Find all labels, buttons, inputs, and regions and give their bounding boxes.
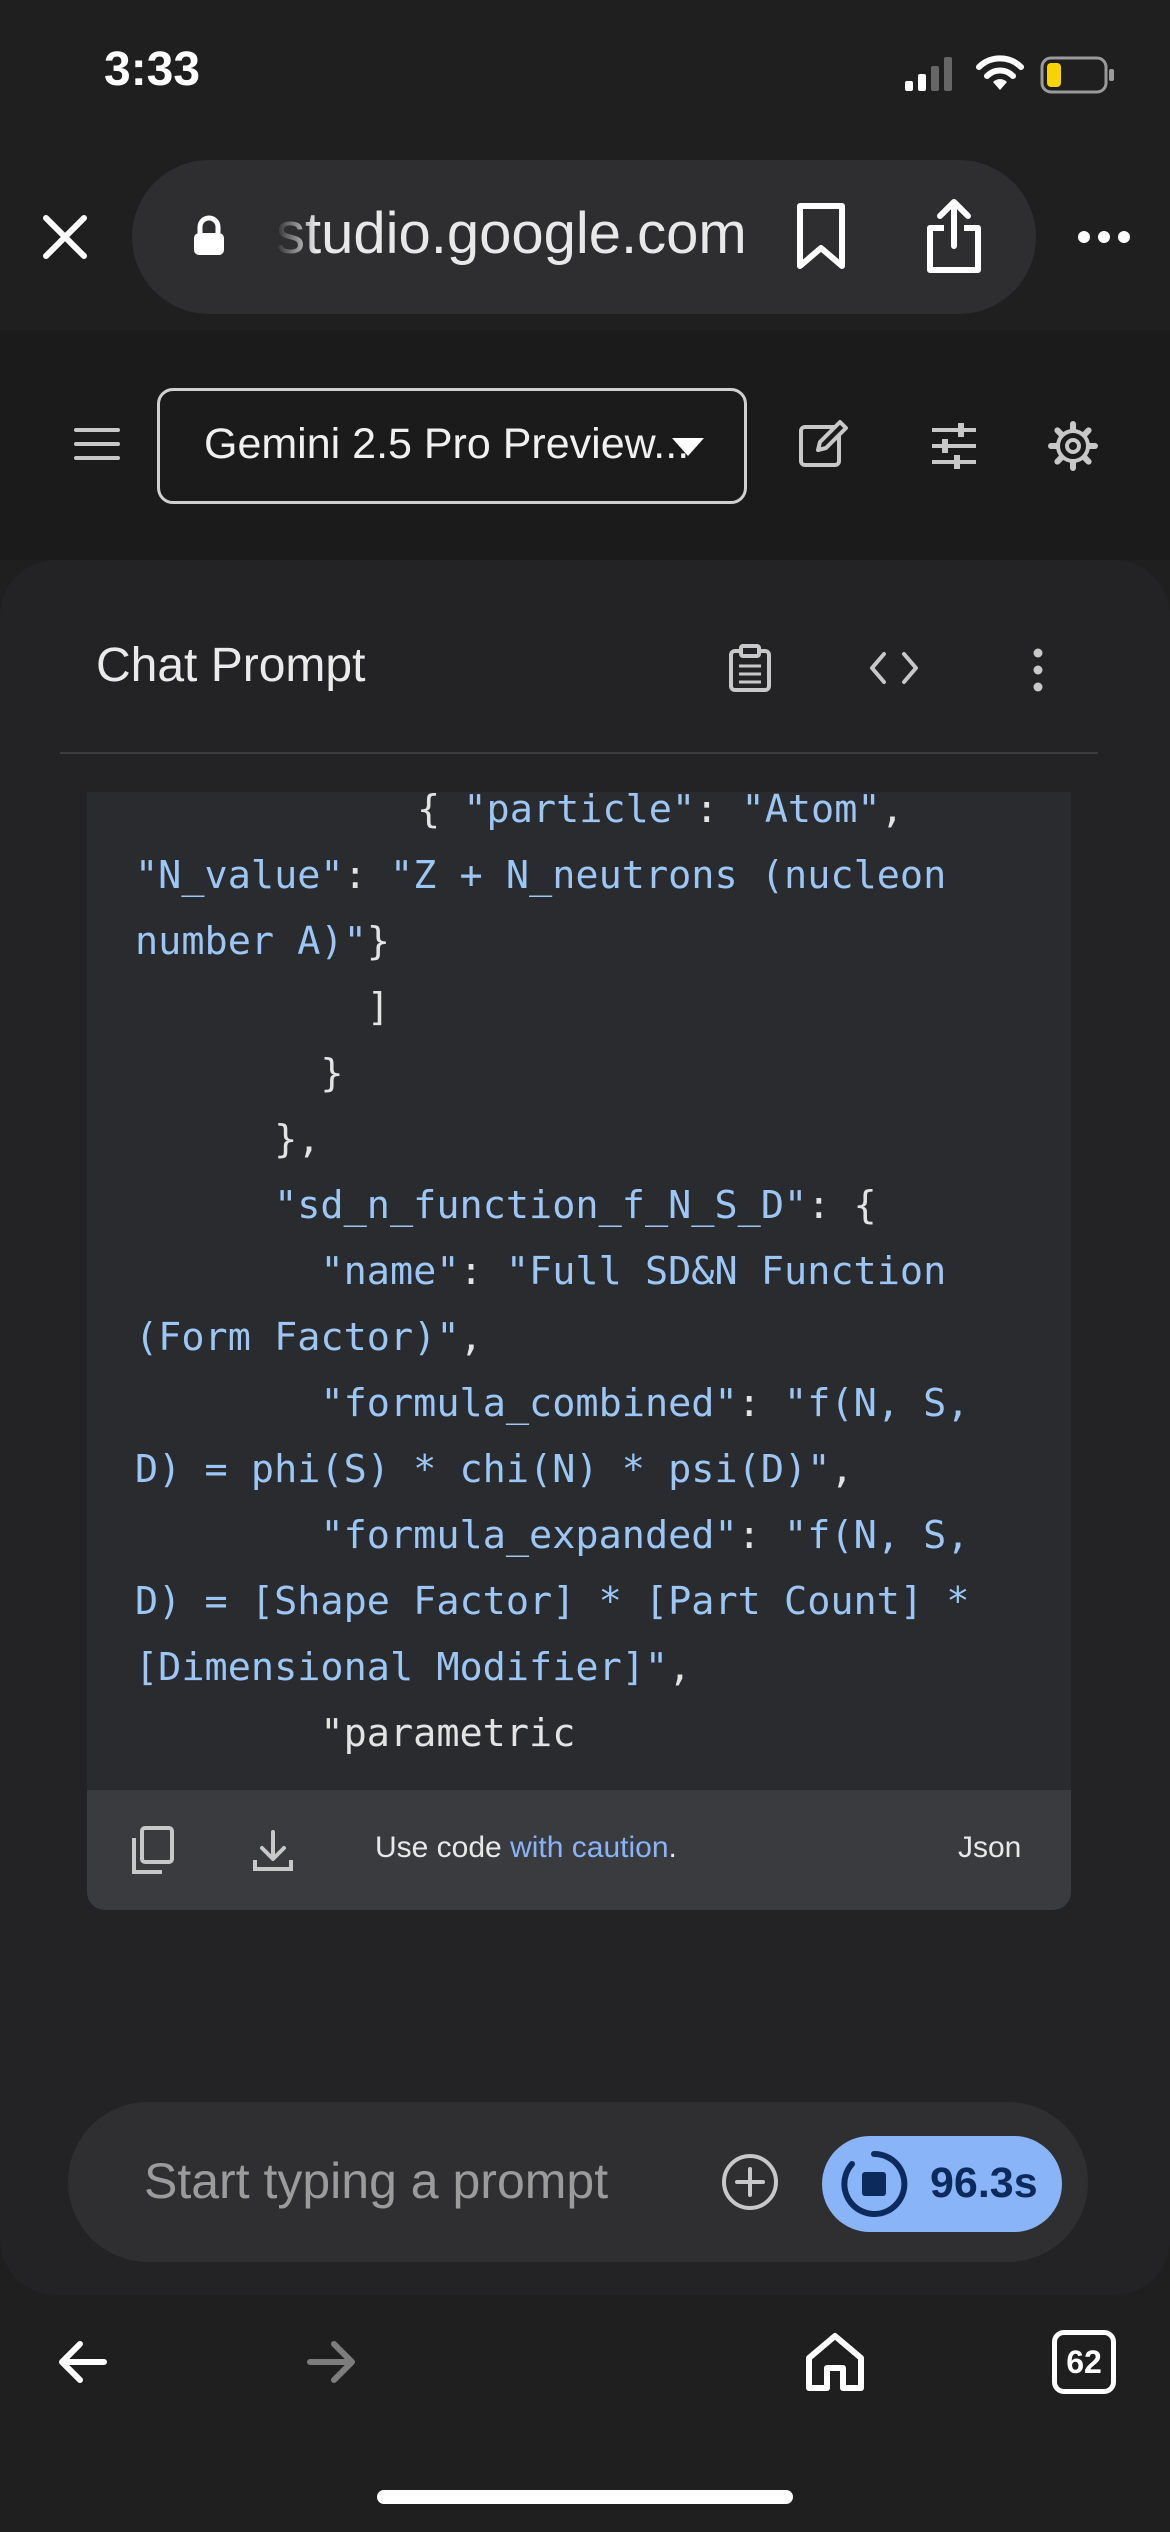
code-token: , — [880, 792, 904, 832]
code-token: "particle" — [463, 792, 696, 832]
code-icon[interactable] — [868, 650, 920, 686]
menu-icon[interactable] — [74, 426, 120, 462]
code-token: : — [459, 1249, 506, 1294]
code-token: { — [417, 792, 464, 832]
code-token: (Form Factor)" — [135, 1315, 460, 1360]
tab-count: 62 — [1066, 2344, 1102, 2380]
code-token: "name" — [320, 1249, 460, 1294]
edit-icon[interactable] — [798, 418, 850, 470]
code-token: : { — [807, 1183, 877, 1228]
more-options-icon[interactable] — [1076, 228, 1132, 246]
code-line: } — [135, 1051, 344, 1096]
gear-icon[interactable] — [1048, 421, 1098, 471]
code-block: { "particle": "Atom", "N_value": "Z + N_n… — [87, 792, 1071, 1790]
chevron-down-icon — [672, 438, 704, 456]
back-arrow-icon[interactable] — [56, 2340, 108, 2384]
code-token: : — [737, 1381, 785, 1426]
caution-note: Use code with caution. — [375, 1831, 677, 1865]
home-indicator — [377, 2490, 793, 2504]
close-icon[interactable] — [40, 212, 90, 262]
stop-icon — [838, 2148, 910, 2220]
code-line: "parametric — [135, 1711, 575, 1756]
cellular-signal-icon — [905, 55, 955, 91]
code-token: ] — [135, 985, 390, 1030]
code-line: "sd_n_function_f_N_S_D": { — [135, 1183, 877, 1228]
code-token: "formula_expanded" — [320, 1513, 738, 1558]
code-token: , — [668, 1645, 692, 1690]
code-token: "Full SD&N Function — [505, 1249, 947, 1294]
code-token: "parametric — [135, 1711, 576, 1756]
code-token: "sd_n_function_f_N_S_D" — [274, 1183, 808, 1228]
model-selector-label: Gemini 2.5 Pro Preview... — [204, 420, 690, 468]
code-token: [Dimensional Modifier]" — [135, 1645, 669, 1690]
code-language-label: Json — [958, 1831, 1022, 1864]
prompt-placeholder: Start typing a prompt — [144, 2153, 609, 2209]
code-token: "N_value" — [135, 853, 344, 898]
code-token: : — [695, 792, 742, 832]
bookmark-icon[interactable] — [795, 202, 847, 270]
code-line: "name": "Full SD&N Function — [135, 1249, 946, 1294]
copy-icon[interactable] — [130, 1826, 174, 1874]
code-token: "formula_combined" — [320, 1381, 738, 1426]
caution-prefix: Use code — [375, 1831, 511, 1864]
code-token: : — [343, 853, 390, 898]
tabs-button[interactable]: 62 — [1052, 2330, 1116, 2394]
forward-arrow-icon[interactable] — [306, 2340, 358, 2384]
code-token: D) = phi(S) * chi(N) * psi(D)" — [135, 1447, 831, 1492]
page-title: Chat Prompt — [96, 639, 366, 692]
add-circle-icon[interactable] — [720, 2152, 780, 2212]
lock-icon — [192, 215, 226, 257]
run-timer: 96.3s — [930, 2159, 1038, 2207]
download-icon[interactable] — [252, 1830, 294, 1872]
code-line: "formula_combined": "f(N, S, — [135, 1381, 969, 1426]
status-time: 3:33 — [104, 43, 201, 96]
url-text[interactable]: studio.google.com — [276, 200, 747, 267]
caution-suffix: . — [668, 1831, 677, 1864]
card-divider — [60, 752, 1098, 754]
home-icon[interactable] — [804, 2332, 866, 2392]
caution-link[interactable]: with caution — [510, 1831, 668, 1864]
tune-settings-icon[interactable] — [930, 422, 978, 470]
code-token: } — [366, 919, 390, 964]
code-token: } — [135, 1051, 344, 1096]
card-more-options-icon[interactable] — [1030, 648, 1046, 692]
code-token: : — [737, 1513, 785, 1558]
code-line: number A)"} — [135, 919, 390, 964]
code-token: }, — [135, 1117, 321, 1162]
code-line: "formula_expanded": "f(N, S, — [135, 1513, 969, 1558]
code-line: D) = [Shape Factor] * [Part Count] * — [135, 1579, 969, 1624]
battery-icon — [1040, 55, 1116, 95]
code-token: , — [830, 1447, 854, 1492]
share-icon[interactable] — [924, 198, 984, 274]
code-line: [Dimensional Modifier]", — [135, 1645, 691, 1690]
code-token: number A)" — [135, 919, 367, 964]
code-token: D) = [Shape Factor] * [Part Count] * — [135, 1579, 970, 1624]
code-token: , — [459, 1315, 483, 1360]
code-token: "Atom" — [741, 792, 881, 832]
clipboard-icon[interactable] — [728, 644, 772, 692]
code-token: "Z + N_neutrons (nucleon — [389, 853, 947, 898]
code-token: "f(N, S, — [784, 1513, 970, 1558]
code-line: }, — [135, 1117, 320, 1162]
code-line: D) = phi(S) * chi(N) * psi(D)", — [135, 1447, 854, 1492]
code-token: "f(N, S, — [784, 1381, 970, 1426]
code-line: { "particle": "Atom", — [417, 792, 904, 832]
code-line: ] — [135, 985, 390, 1030]
wifi-icon — [974, 52, 1026, 92]
code-line: (Form Factor)", — [135, 1315, 483, 1360]
code-line: "N_value": "Z + N_neutrons (nucleon — [135, 853, 946, 898]
